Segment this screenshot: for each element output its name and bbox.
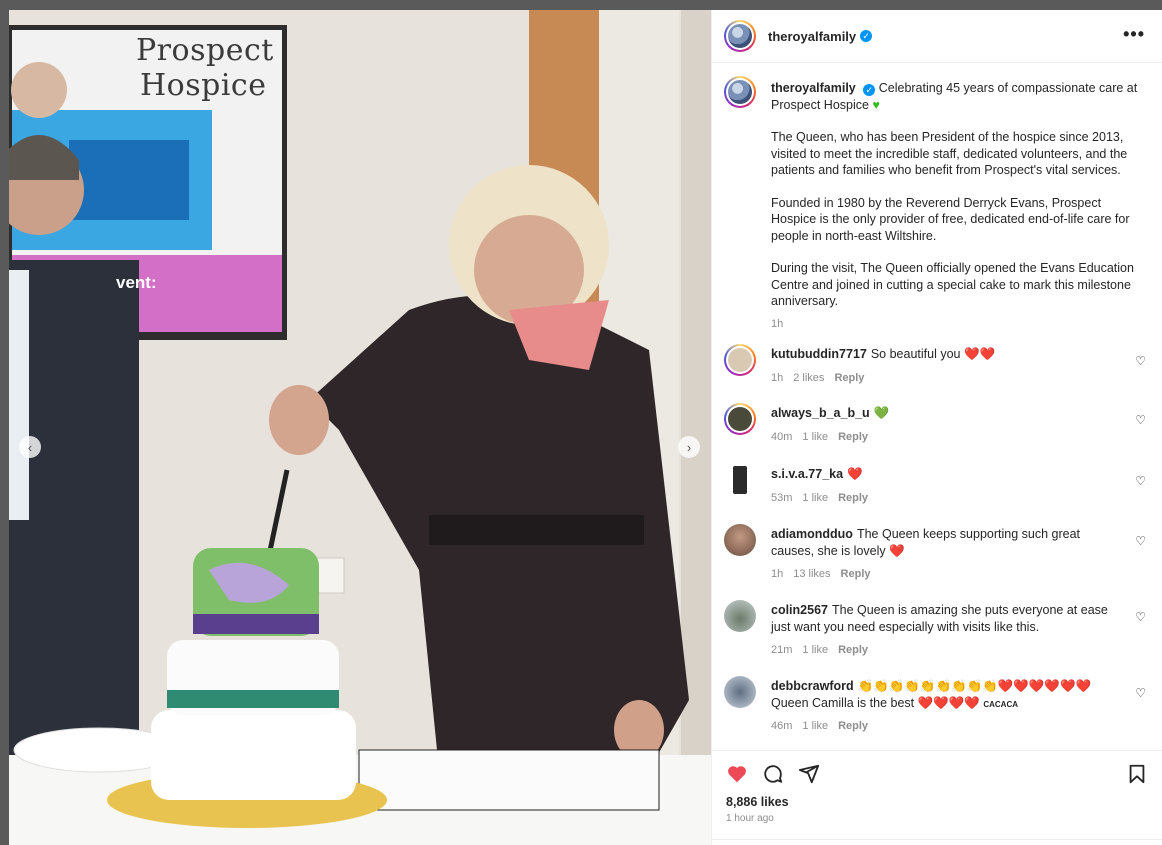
post-photo[interactable]: Prospect Hospice vent: ‹ ›	[9, 10, 711, 845]
comment-meta: 1h 2 likes Reply	[771, 372, 874, 384]
commenter-username[interactable]: always_b_a_b_u	[771, 406, 870, 420]
heart-emoji-icon: ❤️	[889, 543, 905, 558]
green-heart-icon: ♥	[872, 97, 880, 112]
bookmark-icon[interactable]	[1126, 763, 1148, 785]
photo-illustration	[9, 10, 711, 845]
chevron-left-icon: ‹	[27, 439, 33, 455]
reply-button[interactable]: Reply	[838, 644, 868, 656]
like-comment-heart-icon[interactable]: ♡	[1135, 534, 1146, 548]
post-header: theroyalfamily ✓ •••	[712, 10, 1162, 63]
comment-text: always_b_a_b_u 💚	[771, 405, 1121, 422]
like-comment-heart-icon[interactable]: ♡	[1135, 413, 1146, 427]
commenter-avatar[interactable]	[724, 403, 756, 435]
caption-text: theroyalfamily ✓ Celebrating 45 years of…	[771, 80, 1141, 332]
heart-icon[interactable]	[726, 763, 748, 785]
commenter-avatar[interactable]	[724, 464, 756, 496]
caption-para3: During the visit, The Queen officially o…	[771, 261, 1134, 308]
reply-button[interactable]: Reply	[834, 372, 864, 384]
like-comment-heart-icon[interactable]: ♡	[1135, 354, 1146, 368]
comment-likes[interactable]: 1 like	[802, 644, 828, 656]
comment-time: 46m	[771, 720, 793, 732]
post-side-panel: theroyalfamily ✓ ••• theroyalfamily ✓ Ce…	[711, 10, 1162, 845]
comment-meta: 21m 1 like Reply	[771, 644, 878, 656]
like-comment-heart-icon[interactable]: ♡	[1135, 610, 1146, 624]
comment-text: s.i.v.a.77_ka ❤️	[771, 466, 1121, 483]
commenter-avatar[interactable]	[724, 344, 756, 376]
comment-time: 1h	[771, 372, 784, 384]
left-border	[0, 10, 9, 845]
reply-button[interactable]: Reply	[838, 492, 868, 504]
more-options-icon[interactable]: •••	[1123, 24, 1145, 45]
commenter-username[interactable]: debbcrawford	[771, 679, 854, 693]
caption-username[interactable]: theroyalfamily	[771, 81, 856, 95]
comment-time: 40m	[771, 431, 793, 443]
like-comment-heart-icon[interactable]: ♡	[1135, 474, 1146, 488]
divider	[712, 839, 1162, 840]
author-username[interactable]: theroyalfamily	[768, 29, 856, 44]
comments-scroll-area[interactable]: theroyalfamily ✓ Celebrating 45 years of…	[712, 64, 1162, 750]
commenter-avatar[interactable]	[724, 600, 756, 632]
comment-likes[interactable]: 1 like	[802, 492, 828, 504]
caption-para2: Founded in 1980 by the Reverend Derryck …	[771, 195, 1130, 243]
caption-avatar[interactable]	[724, 76, 756, 108]
like-count[interactable]: 8,886 likes	[726, 795, 789, 809]
comment-meta: 46m 1 like Reply	[771, 720, 878, 732]
post-time: 1 hour ago	[726, 813, 774, 824]
caption-para1: The Queen, who has been President of the…	[771, 130, 1128, 177]
comment-time: 53m	[771, 492, 793, 504]
heart-emoji-icon: ❤️	[847, 467, 863, 481]
comment-meta: 40m 1 like Reply	[771, 431, 878, 443]
heart-emoji-icon: ❤️❤️	[963, 347, 996, 361]
comment-content: So beautiful you	[870, 347, 961, 361]
tv-title-line1: Prospect	[136, 33, 274, 68]
tv-title-line2: Hospice	[140, 68, 267, 103]
comment-time: 1h	[771, 568, 784, 580]
reply-button[interactable]: Reply	[841, 568, 871, 580]
commenter-username[interactable]: adiamondduo	[771, 527, 853, 541]
comment-likes[interactable]: 1 like	[802, 431, 828, 443]
previous-photo-button[interactable]: ‹	[19, 436, 41, 458]
commenter-avatar[interactable]	[724, 676, 756, 708]
reply-button[interactable]: Reply	[838, 720, 868, 732]
author-avatar[interactable]	[724, 20, 756, 52]
caption-time: 1h	[771, 317, 784, 330]
top-border	[0, 0, 1162, 10]
comment-meta: 1h 13 likes Reply	[771, 568, 881, 580]
comment-meta: 53m 1 like Reply	[771, 492, 878, 504]
comment-likes[interactable]: 1 like	[802, 720, 828, 732]
reply-button[interactable]: Reply	[838, 431, 868, 443]
commenter-username[interactable]: kutubuddin7717	[771, 347, 867, 361]
comment-likes[interactable]: 13 likes	[793, 568, 830, 580]
tv-event-text: vent:	[116, 273, 157, 292]
commenter-avatar[interactable]	[724, 524, 756, 556]
comment-likes[interactable]: 2 likes	[793, 372, 824, 384]
chevron-right-icon: ›	[686, 439, 692, 455]
comment-text: colin2567 The Queen is amazing she puts e…	[771, 602, 1121, 635]
comment-text: kutubuddin7717 So beautiful you ❤️❤️	[771, 346, 1121, 363]
comment-icon[interactable]	[762, 763, 784, 785]
post-actions: 8,886 likes 1 hour ago	[712, 750, 1162, 845]
verified-badge-icon: ✓	[863, 84, 876, 96]
comment-text: adiamondduo The Queen keeps supporting su…	[771, 526, 1121, 559]
share-icon[interactable]	[798, 763, 820, 785]
next-photo-button[interactable]: ›	[678, 436, 700, 458]
like-comment-heart-icon[interactable]: ♡	[1135, 686, 1146, 700]
comment-text: debbcrawford 👏👏👏👏👏👏👏👏👏❤️❤️❤️❤️❤️❤️ Queen …	[771, 678, 1121, 713]
comment-suffix: CACACA	[983, 699, 1019, 709]
verified-badge-icon: ✓	[860, 30, 873, 42]
commenter-username[interactable]: colin2567	[771, 603, 828, 617]
commenter-username[interactable]: s.i.v.a.77_ka	[771, 467, 843, 481]
green-heart-emoji-icon: 💚	[873, 406, 890, 420]
comment-time: 21m	[771, 644, 793, 656]
